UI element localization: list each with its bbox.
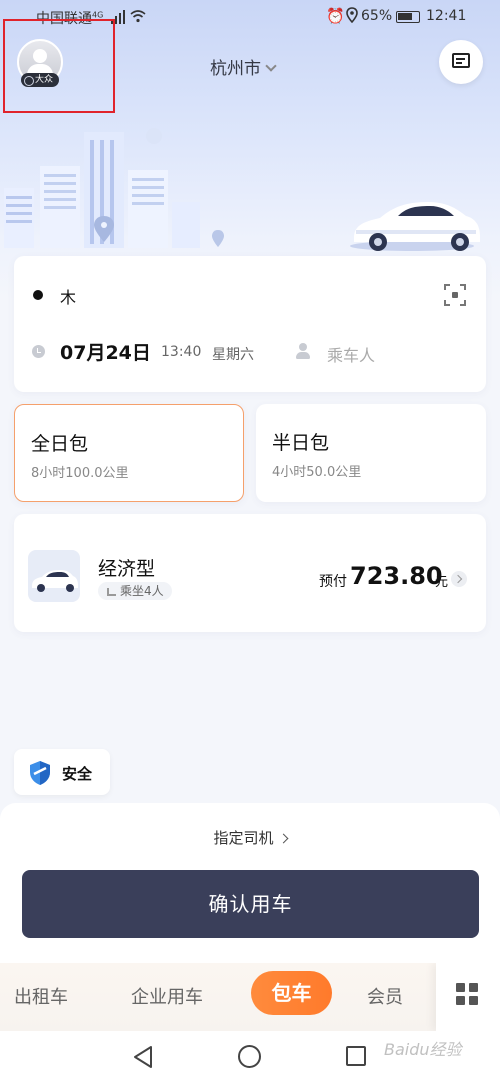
avatar-highlight-box: 大众 xyxy=(3,19,115,113)
start-point-dot xyxy=(33,290,43,300)
bottom-sheet: 指定司机 确认用车 xyxy=(0,803,500,963)
shield-icon xyxy=(30,761,50,785)
car-type-card[interactable]: 经济型 乘坐4人 预付 723.80 元 xyxy=(14,514,486,632)
package-option-half-day[interactable]: 半日包 4小时50.0公里 xyxy=(256,404,486,502)
prepay-label: 预付 xyxy=(319,574,347,590)
city-label: 杭州市 xyxy=(210,59,261,79)
wifi-icon xyxy=(130,9,146,27)
back-icon[interactable] xyxy=(132,1045,154,1069)
city-selector[interactable]: 杭州市 xyxy=(210,54,277,79)
assign-driver-link[interactable]: 指定司机 xyxy=(0,827,500,848)
member-level-badge: 大众 xyxy=(21,73,59,87)
package-subtitle: 8小时100.0公里 xyxy=(31,466,129,481)
package-title: 全日包 xyxy=(31,433,89,455)
home-icon[interactable] xyxy=(238,1045,261,1068)
avatar-head-shape xyxy=(33,49,47,63)
passenger-selector[interactable]: 乘车人 xyxy=(327,342,375,366)
clock-time: 12:41 xyxy=(426,8,467,24)
package-option-full-day[interactable]: 全日包 8小时100.0公里 xyxy=(14,404,244,502)
message-icon xyxy=(452,53,470,68)
chevron-right-icon xyxy=(278,833,288,844)
safety-button[interactable]: 安全 xyxy=(14,749,110,795)
start-location-input[interactable]: 木 xyxy=(60,284,76,308)
car-thumbnail xyxy=(28,550,80,602)
scan-icon[interactable] xyxy=(444,284,466,306)
location-icon xyxy=(346,7,358,27)
chevron-right-icon[interactable] xyxy=(451,571,467,587)
battery-icon xyxy=(396,11,420,23)
watermark: Baidu经验 xyxy=(384,1040,462,1059)
seat-count-tag: 乘坐4人 xyxy=(98,582,172,600)
departure-date[interactable]: 07月24日 xyxy=(60,338,151,365)
departure-time[interactable]: 13:40 xyxy=(161,344,201,360)
tab-charter[interactable]: 包车 xyxy=(251,971,332,1015)
package-subtitle: 4小时50.0公里 xyxy=(272,465,362,480)
safety-label: 安全 xyxy=(62,765,93,783)
alarm-icon: ⏰ xyxy=(326,7,345,25)
assign-driver-label: 指定司机 xyxy=(213,829,274,847)
package-title: 半日包 xyxy=(272,432,330,454)
confirm-ride-button[interactable]: 确认用车 xyxy=(22,870,479,938)
price-value: 723.80 xyxy=(350,562,443,590)
car-type-name: 经济型 xyxy=(98,558,156,580)
trip-info-card: 木 07月24日 13:40 星期六 乘车人 xyxy=(14,256,486,392)
battery-percent: 65% xyxy=(361,8,393,24)
tab-membership[interactable]: 会员 xyxy=(367,983,403,1009)
person-icon xyxy=(296,343,310,359)
city-illustration xyxy=(4,128,480,251)
price-unit: 元 xyxy=(435,575,449,590)
clock-icon xyxy=(32,345,45,358)
tab-enterprise[interactable]: 企业用车 xyxy=(131,983,203,1009)
tab-taxi[interactable]: 出租车 xyxy=(14,983,68,1009)
chevron-down-icon xyxy=(265,60,277,72)
message-button[interactable] xyxy=(439,40,483,84)
service-tab-bar: 出租车 企业用车 包车 会员 xyxy=(0,963,500,1031)
recent-apps-icon[interactable] xyxy=(346,1046,366,1066)
departure-weekday[interactable]: 星期六 xyxy=(212,344,254,364)
more-services-button[interactable] xyxy=(436,963,500,1031)
